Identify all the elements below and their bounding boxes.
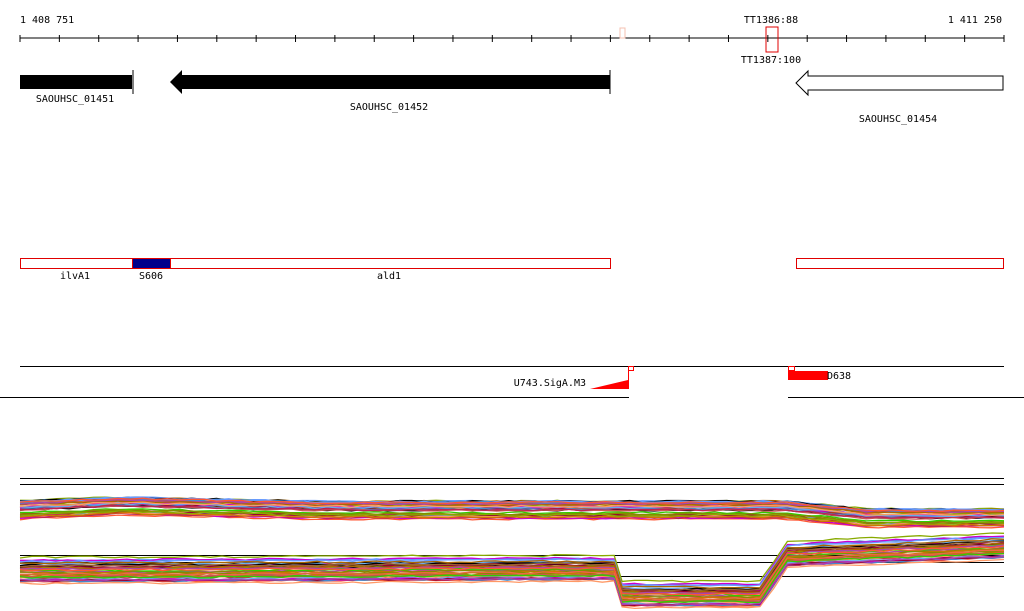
- terminator-label-bottom: TT1387:100: [741, 55, 801, 66]
- feature-track: ilvA1 S606 ald1: [20, 258, 1004, 282]
- gene-SAOUHSC_01452[interactable]: SAOUHSC_01452: [170, 70, 611, 113]
- genome-browser-canvas: 1 408 751 1 411 250 TT1386:88 TT1387:100…: [0, 15, 1024, 610]
- promoter-label: D638: [827, 371, 851, 382]
- expression-plot: [19, 478, 1005, 610]
- gene-SAOUHSC_01454[interactable]: SAOUHSC_01454: [795, 69, 1004, 125]
- promoter-track: U743.SigA.M3 D638: [0, 366, 1024, 398]
- gene-label: SAOUHSC_01454: [859, 114, 937, 125]
- gene-track: SAOUHSC_01451 SAOUHSC_01452 SAOUHSC_0145…: [20, 69, 1004, 125]
- feature-label: ald1: [377, 271, 401, 282]
- coordinate-ruler: 1 408 751 1 411 250 TT1386:88 TT1387:100: [19, 15, 1005, 66]
- gene-label: SAOUHSC_01451: [36, 94, 114, 105]
- ruler-start-label: 1 408 751: [20, 15, 74, 26]
- promoter-D638[interactable]: D638: [788, 366, 851, 383]
- feature-S606[interactable]: [132, 258, 171, 269]
- ruler-end-label: 1 411 250: [948, 15, 1002, 26]
- gene-label: SAOUHSC_01452: [350, 102, 428, 113]
- feature-label: S606: [139, 271, 163, 282]
- promoter-U743[interactable]: U743.SigA.M3: [514, 366, 634, 390]
- feature-ilvA1[interactable]: [20, 258, 133, 269]
- feature-unnamed[interactable]: [796, 258, 1004, 269]
- position-marker: [619, 27, 626, 39]
- feature-ald1[interactable]: [170, 258, 611, 269]
- terminator-label-top: TT1386:88: [744, 15, 798, 26]
- feature-label: ilvA1: [60, 271, 90, 282]
- gene-SAOUHSC_01451[interactable]: SAOUHSC_01451: [20, 70, 134, 105]
- promoter-label: U743.SigA.M3: [514, 378, 586, 389]
